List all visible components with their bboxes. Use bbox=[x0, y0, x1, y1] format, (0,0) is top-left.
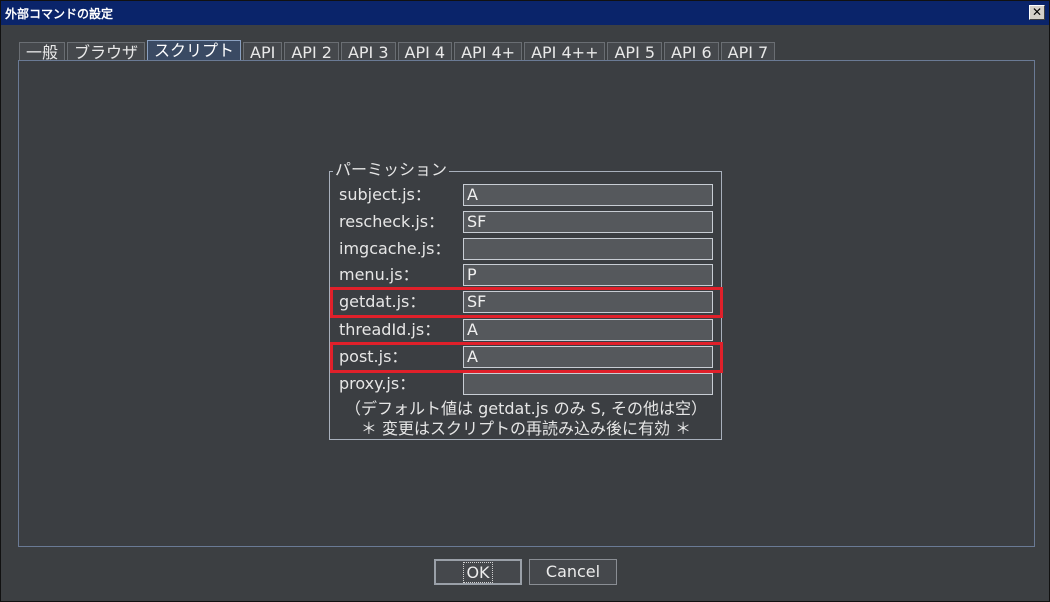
permission-label: imgcache.js： bbox=[339, 239, 451, 258]
getdat-permission-field[interactable]: SF bbox=[463, 291, 713, 313]
permission-row-threadid: threadId.js： A bbox=[339, 318, 719, 342]
permission-label: getdat.js： bbox=[339, 292, 426, 311]
cancel-button[interactable]: Cancel bbox=[529, 559, 617, 585]
tab-strip: 一般 ブラウザ スクリプト API API 2 API 3 API 4 API … bbox=[19, 39, 777, 62]
reload-note: ＊ 変更はスクリプトの再読み込み後に有効 ＊ bbox=[360, 419, 692, 438]
permission-label: subject.js： bbox=[339, 185, 431, 204]
window-title: 外部コマンドの設定 bbox=[5, 7, 114, 21]
tab-api-4-plus[interactable]: API 4+ bbox=[454, 42, 523, 62]
permission-legend: パーミッション bbox=[333, 160, 450, 180]
tab-api-4[interactable]: API 4 bbox=[397, 42, 453, 62]
permission-label: rescheck.js： bbox=[339, 212, 445, 231]
tab-script[interactable]: スクリプト bbox=[147, 40, 242, 61]
tab-api-5[interactable]: API 5 bbox=[607, 42, 663, 62]
tab-general[interactable]: 一般 bbox=[19, 42, 66, 62]
menu-permission-field[interactable]: P bbox=[463, 264, 713, 286]
rescheck-permission-field[interactable]: SF bbox=[463, 211, 713, 233]
tab-browser[interactable]: ブラウザ bbox=[67, 42, 146, 62]
tab-api-2[interactable]: API 2 bbox=[284, 42, 339, 62]
permission-row-post: post.js： A bbox=[339, 345, 719, 369]
permission-row-rescheck: rescheck.js： SF bbox=[339, 210, 719, 234]
ok-button[interactable]: OK bbox=[434, 559, 522, 585]
close-icon: ✕ bbox=[1031, 5, 1043, 19]
permission-label: post.js： bbox=[339, 347, 408, 366]
default-value-note: （デフォルト値は getdat.js のみ S, その他は空） bbox=[345, 399, 707, 418]
imgcache-permission-field[interactable] bbox=[463, 238, 713, 260]
permission-label: threadId.js： bbox=[339, 320, 441, 339]
tab-api-6[interactable]: API 6 bbox=[664, 42, 719, 62]
tab-api-4-plus-plus[interactable]: API 4++ bbox=[524, 42, 606, 62]
permission-row-imgcache: imgcache.js： bbox=[339, 237, 719, 261]
subject-permission-field[interactable]: A bbox=[463, 184, 713, 206]
threadid-permission-field[interactable]: A bbox=[463, 319, 713, 341]
tab-api-3[interactable]: API 3 bbox=[340, 42, 396, 62]
tab-api[interactable]: API bbox=[243, 42, 283, 62]
tab-api-7[interactable]: API 7 bbox=[720, 42, 776, 62]
title-bar: 外部コマンドの設定 ✕ bbox=[1, 1, 1049, 25]
permission-label: proxy.js： bbox=[339, 374, 416, 393]
permission-row-subject: subject.js： A bbox=[339, 183, 719, 207]
ok-button-label: OK bbox=[463, 562, 493, 583]
close-button[interactable]: ✕ bbox=[1029, 5, 1045, 20]
settings-dialog: 外部コマンドの設定 ✕ 一般 ブラウザ スクリプト API API 2 API … bbox=[0, 0, 1050, 602]
proxy-permission-field[interactable] bbox=[463, 373, 713, 395]
permission-row-menu: menu.js： P bbox=[339, 263, 719, 287]
permission-row-proxy: proxy.js： bbox=[339, 372, 719, 396]
permission-label: menu.js： bbox=[339, 265, 419, 284]
permission-row-getdat: getdat.js： SF bbox=[339, 290, 719, 314]
post-permission-field[interactable]: A bbox=[463, 346, 713, 368]
